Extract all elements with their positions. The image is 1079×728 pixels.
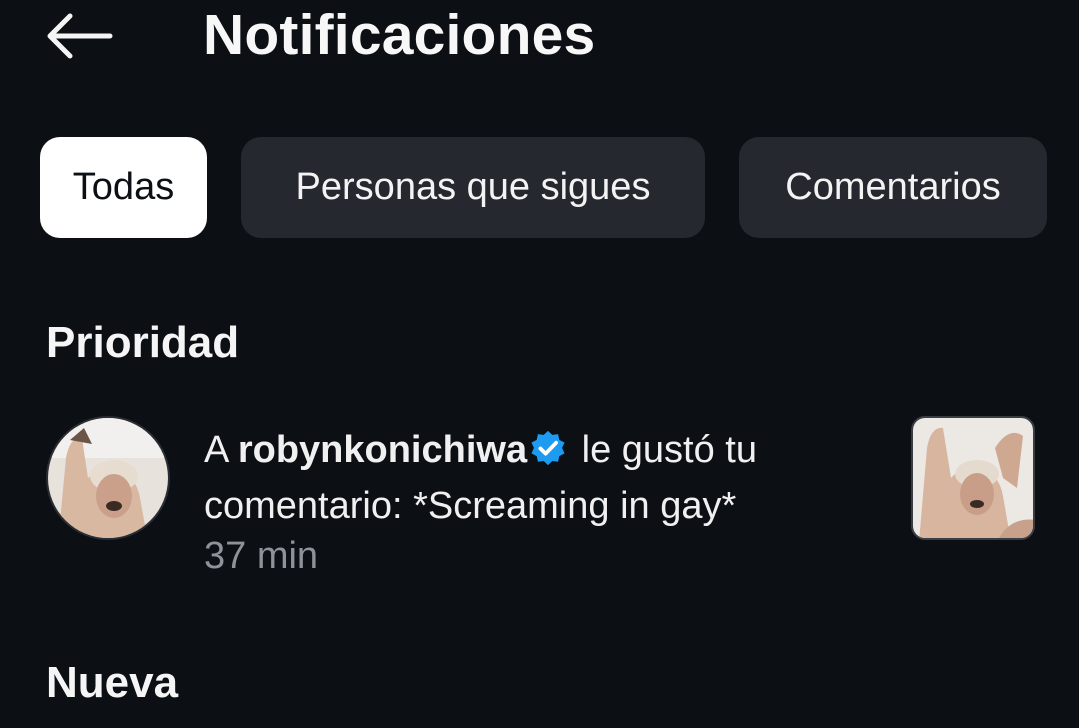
notifications-page: Notificaciones Todas Personas que sigues… xyxy=(0,0,1079,728)
arrow-left-icon xyxy=(47,13,113,59)
back-button[interactable] xyxy=(40,8,116,64)
notification-action-line2: comentario: *Screaming in gay* xyxy=(204,485,737,527)
page-title: Notificaciones xyxy=(203,3,596,67)
thumbnail-photo xyxy=(913,418,1033,538)
verified-badge-icon xyxy=(531,430,565,466)
tab-comentarios[interactable]: Comentarios xyxy=(739,137,1047,238)
tab-todas[interactable]: Todas xyxy=(40,137,207,238)
notification-action-line1: le gustó tu xyxy=(571,429,757,471)
post-thumbnail[interactable] xyxy=(911,416,1035,540)
header: Notificaciones xyxy=(0,0,1079,90)
avatar-photo xyxy=(48,418,168,538)
section-title-new: Nueva xyxy=(46,658,179,707)
notification-time: 37 min xyxy=(204,535,319,577)
notification-text: A robynkonichiwa le gustó tu comentario: … xyxy=(204,422,884,534)
tab-personas-que-sigues[interactable]: Personas que sigues xyxy=(241,137,705,238)
notification-username[interactable]: robynkonichiwa xyxy=(238,429,527,471)
notification-item[interactable]: A robynkonichiwa le gustó tu comentario: … xyxy=(0,410,1079,590)
notification-prefix: A xyxy=(204,429,238,471)
section-title-priority: Prioridad xyxy=(46,318,240,367)
avatar[interactable] xyxy=(46,416,170,540)
